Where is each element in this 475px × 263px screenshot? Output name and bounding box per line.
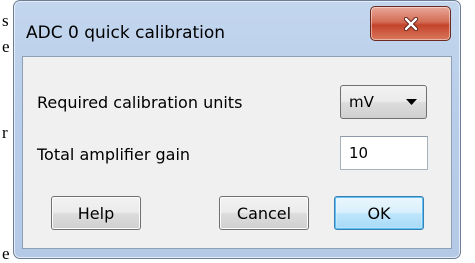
- background-text-fragment: r: [2, 123, 8, 142]
- background-text-fragment: e: [2, 37, 10, 56]
- background-text-fragment: s: [2, 11, 9, 30]
- calibration-units-select[interactable]: mV: [340, 85, 427, 119]
- amplifier-gain-input[interactable]: [340, 136, 428, 170]
- close-button[interactable]: [370, 6, 451, 41]
- help-button[interactable]: Help: [51, 196, 141, 230]
- calibration-units-label: Required calibration units: [37, 93, 243, 112]
- cancel-button[interactable]: Cancel: [219, 196, 309, 230]
- close-x-icon: [403, 16, 418, 31]
- dialog-client-area: Required calibration units mV Total ampl…: [22, 56, 452, 249]
- calibration-dialog: ADC 0 quick calibration Required calibra…: [13, 0, 461, 259]
- calibration-units-value: mV: [349, 93, 374, 111]
- amplifier-gain-label: Total amplifier gain: [37, 145, 191, 164]
- ok-button[interactable]: OK: [334, 196, 424, 230]
- background-text-fragment: e: [2, 244, 10, 263]
- dialog-title: ADC 0 quick calibration: [26, 23, 226, 43]
- chevron-down-icon: [406, 99, 417, 105]
